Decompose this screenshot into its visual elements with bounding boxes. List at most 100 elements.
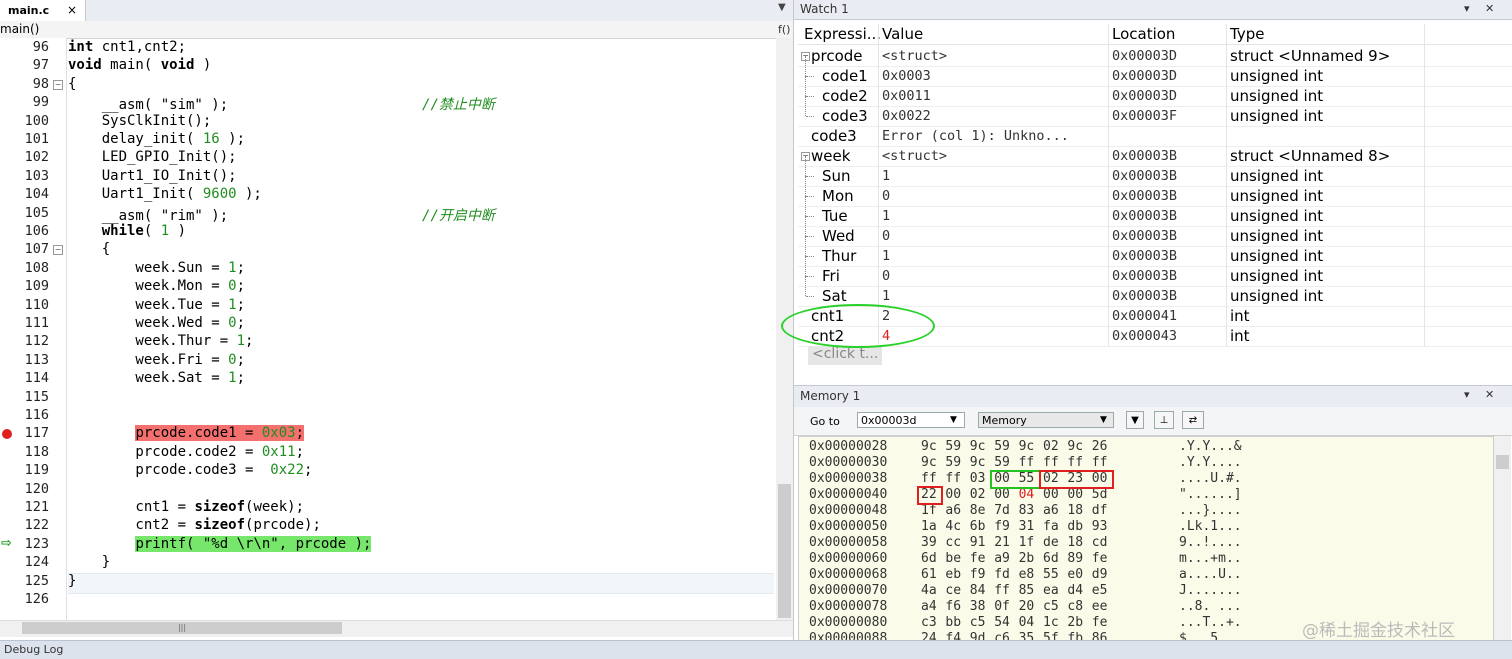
code-line[interactable]: SysClkInit(); bbox=[68, 113, 212, 129]
line-number[interactable]: 99 bbox=[18, 94, 49, 110]
memory-byte[interactable]: 9c bbox=[970, 455, 990, 470]
line-number[interactable]: 125 bbox=[18, 573, 49, 589]
memory-byte[interactable]: ee bbox=[1092, 599, 1112, 614]
memory-byte[interactable]: 9c bbox=[921, 439, 941, 454]
tab-debug-log[interactable]: Debug Log bbox=[4, 643, 63, 656]
watch-value[interactable]: <struct> bbox=[882, 148, 947, 164]
watch-value[interactable]: 0x0022 bbox=[882, 108, 931, 124]
line-number[interactable]: 96 bbox=[18, 39, 49, 55]
memory-byte[interactable]: 9c bbox=[970, 439, 990, 454]
memory-byte[interactable]: ea bbox=[1043, 583, 1063, 598]
memory-byte[interactable]: 02 bbox=[970, 487, 990, 502]
memory-byte[interactable]: 39 bbox=[921, 535, 941, 550]
memory-byte[interactable]: 61 bbox=[921, 567, 941, 582]
memory-byte[interactable]: f6 bbox=[945, 599, 965, 614]
line-number-gutter[interactable]: 96 97 98−99 100 101 102 103 104 105 106 107−108 109… bbox=[0, 38, 67, 620]
watch-value[interactable]: 0 bbox=[882, 268, 890, 284]
line-number[interactable]: 108 bbox=[18, 260, 49, 276]
memory-byte[interactable]: fa bbox=[1043, 519, 1063, 534]
code-line[interactable]: int cnt1,cnt2; bbox=[68, 39, 186, 55]
memory-byte[interactable]: 03 bbox=[970, 471, 990, 486]
code-line[interactable]: week.Thur = 1; bbox=[68, 333, 253, 349]
memory-byte[interactable]: ff bbox=[921, 471, 941, 486]
memory-byte[interactable]: 8e bbox=[970, 503, 990, 518]
memory-byte[interactable]: 04 bbox=[1019, 615, 1039, 630]
line-number[interactable]: 98 bbox=[18, 76, 49, 92]
watch-row[interactable]: Wed 0 0x00003B unsigned int bbox=[798, 216, 1512, 247]
code-line[interactable]: week.Fri = 0; bbox=[68, 352, 245, 368]
header-location[interactable]: Location bbox=[1112, 25, 1175, 43]
watch-value[interactable]: 0x0003 bbox=[882, 68, 931, 84]
code-line[interactable]: Uart1_IO_Init(); bbox=[68, 168, 237, 184]
memory-byte[interactable]: 31 bbox=[1019, 519, 1039, 534]
code-line[interactable]: { bbox=[68, 76, 76, 92]
watch-value[interactable]: 1 bbox=[882, 208, 890, 224]
watch-row[interactable]: code3 0x0022 0x00003F unsigned int bbox=[798, 96, 1512, 127]
chevron-down-icon[interactable]: ▼ bbox=[1100, 412, 1107, 428]
line-number[interactable]: 110 bbox=[18, 297, 49, 313]
memory-byte[interactable]: ff bbox=[1092, 455, 1112, 470]
memory-byte[interactable]: 55 bbox=[1043, 567, 1063, 582]
memory-byte[interactable]: 6b bbox=[970, 519, 990, 534]
memory-byte[interactable]: ff bbox=[994, 583, 1014, 598]
memory-byte[interactable]: 9c bbox=[1067, 439, 1087, 454]
watch-row[interactable]: Sat 1 0x00003B unsigned int bbox=[798, 276, 1512, 307]
function-icon[interactable]: f() bbox=[778, 21, 790, 38]
memory-byte[interactable]: 5d bbox=[1092, 487, 1112, 502]
code-line[interactable]: Uart1_Init( 9600 ); bbox=[68, 186, 262, 202]
code-line[interactable]: __asm( "rim" ); //开启中断 bbox=[68, 205, 495, 225]
watch-row[interactable]: Fri 0 0x00003B unsigned int bbox=[798, 256, 1512, 287]
columns-icon[interactable]: ⇄ bbox=[1182, 411, 1204, 429]
goto-address-input[interactable]: 0x00003d bbox=[857, 412, 965, 428]
watch-value[interactable]: 0 bbox=[882, 188, 890, 204]
memory-byte[interactable]: db bbox=[1067, 519, 1087, 534]
column-divider[interactable] bbox=[1424, 24, 1425, 346]
chevron-down-icon[interactable]: ▼ bbox=[950, 412, 957, 428]
watch-value[interactable]: 1 bbox=[882, 288, 890, 304]
watch-value[interactable]: Error (col 1): Unkno... bbox=[882, 128, 1069, 144]
memory-byte[interactable]: ff bbox=[1067, 455, 1087, 470]
watch-row[interactable]: Tue 1 0x00003B unsigned int bbox=[798, 196, 1512, 227]
line-number[interactable]: 102 bbox=[18, 149, 49, 165]
memory-byte[interactable]: 85 bbox=[1019, 583, 1039, 598]
memory-byte[interactable]: a9 bbox=[994, 551, 1014, 566]
memory-byte[interactable]: 00 bbox=[1067, 487, 1087, 502]
code-line[interactable]: delay_init( 16 ); bbox=[68, 131, 245, 147]
code-line[interactable]: cnt1 = sizeof(week); bbox=[68, 499, 304, 515]
memory-zone-select[interactable]: Memory bbox=[978, 412, 1114, 428]
memory-byte[interactable]: 7d bbox=[994, 503, 1014, 518]
memory-byte[interactable]: ce bbox=[945, 583, 965, 598]
memory-byte[interactable]: 91 bbox=[970, 535, 990, 550]
memory-byte[interactable]: eb bbox=[945, 567, 965, 582]
memory-byte[interactable]: 21 bbox=[994, 535, 1014, 550]
tab-main-c[interactable]: main.c × bbox=[0, 0, 87, 21]
breakpoint-icon[interactable] bbox=[2, 429, 12, 440]
watch-value[interactable]: 1 bbox=[882, 168, 890, 184]
memory-byte[interactable]: 59 bbox=[945, 439, 965, 454]
memory-byte[interactable]: cd bbox=[1092, 535, 1112, 550]
code-line[interactable]: prcode.code2 = 0x11; bbox=[68, 444, 304, 460]
memory-byte[interactable]: d9 bbox=[1092, 567, 1112, 582]
memory-byte[interactable]: d4 bbox=[1067, 583, 1087, 598]
memory-byte[interactable]: 54 bbox=[994, 615, 1014, 630]
memory-byte[interactable]: 9c bbox=[921, 455, 941, 470]
editor-vertical-scroll-thumb[interactable] bbox=[778, 484, 791, 618]
line-number[interactable]: 97 bbox=[18, 57, 49, 73]
line-number[interactable]: 122 bbox=[18, 517, 49, 533]
memory-byte[interactable]: 04 bbox=[1019, 487, 1039, 502]
memory-byte[interactable]: 0f bbox=[994, 599, 1014, 614]
header-expression[interactable]: Expressi... bbox=[804, 25, 881, 43]
memory-byte[interactable]: 00 bbox=[1043, 487, 1063, 502]
memory-byte[interactable]: 00 bbox=[945, 487, 965, 502]
line-number[interactable]: 121 bbox=[18, 499, 49, 515]
code-line[interactable]: } bbox=[68, 554, 110, 570]
watch-row[interactable]: prcode − <struct> 0x00003D struct <Unnamed 9… bbox=[798, 46, 1512, 67]
line-number[interactable]: 100 bbox=[18, 113, 49, 129]
code-line[interactable]: printf( "%d \r\n", prcode ); bbox=[68, 535, 372, 552]
line-number[interactable]: 101 bbox=[18, 131, 49, 147]
code-line[interactable]: void main( void ) bbox=[68, 57, 211, 73]
watch-value[interactable]: 0 bbox=[882, 228, 890, 244]
code-line[interactable]: while( 1 ) bbox=[68, 223, 186, 239]
line-number[interactable]: 111 bbox=[18, 315, 49, 331]
code-line[interactable]: cnt2 = sizeof(prcode); bbox=[68, 517, 320, 533]
